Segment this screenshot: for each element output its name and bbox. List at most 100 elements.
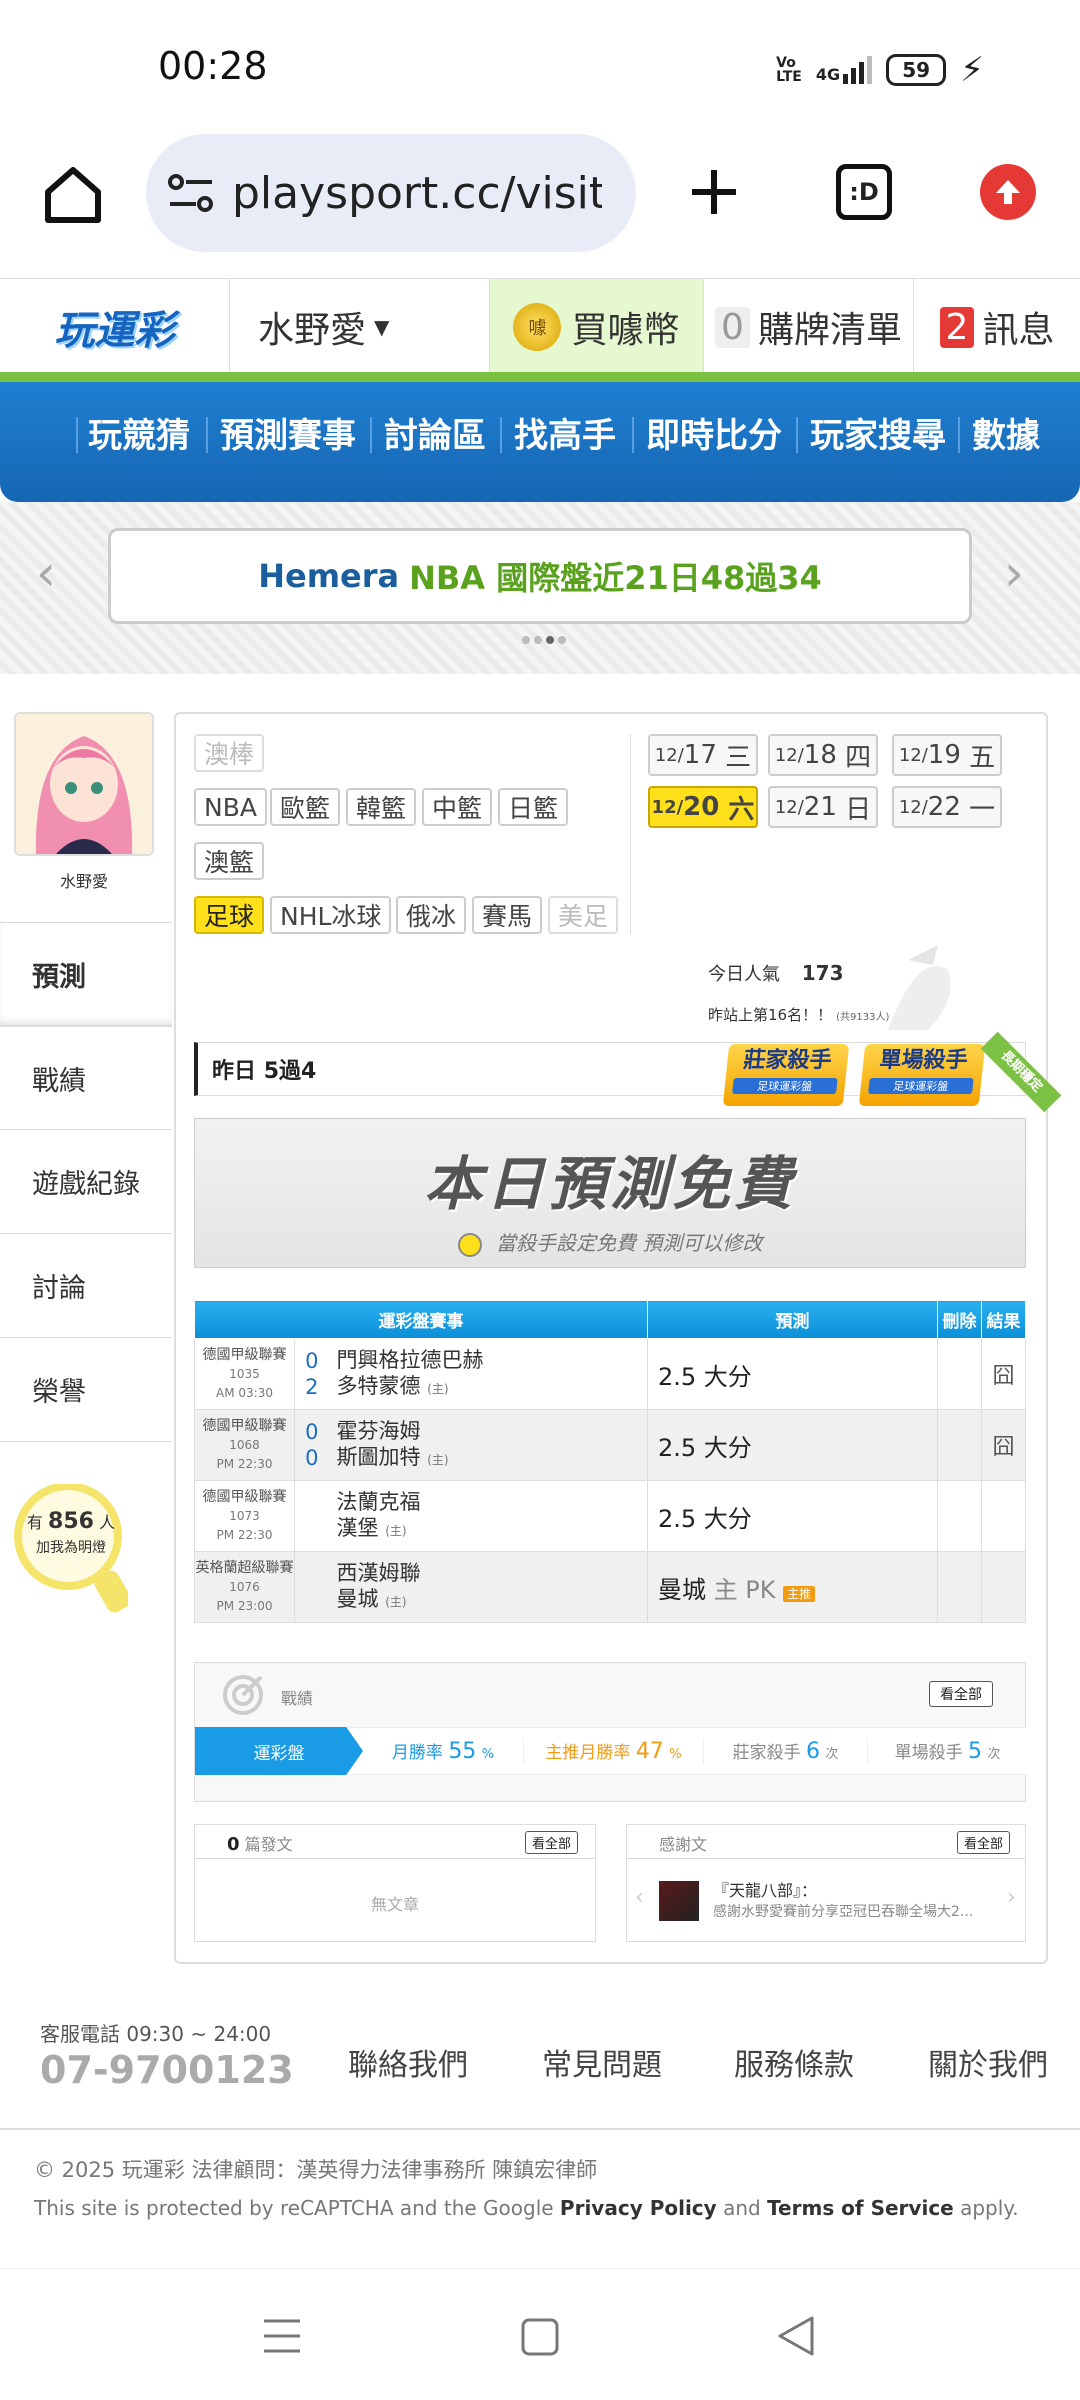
col-header-match: 運彩盤賽事 <box>194 1300 648 1339</box>
cart-button[interactable]: 0 購牌清單 <box>704 279 914 375</box>
delete-cell[interactable] <box>937 1338 982 1410</box>
system-navigation-bar <box>0 2268 1080 2400</box>
date-button-1221[interactable]: 12/21 日 <box>768 786 878 828</box>
posts-count: 0 <box>227 1834 240 1855</box>
record-tab-lottery[interactable]: 運彩盤 <box>195 1727 363 1775</box>
date-button-1222[interactable]: 12/22 一 <box>892 786 1002 828</box>
fans-lightbulb[interactable]: 有 856 人 加我為明燈 <box>12 1484 128 1624</box>
buy-coins-button[interactable]: 噱 買噱幣 <box>490 279 704 375</box>
nav-separator <box>206 417 208 453</box>
sport-tag-aus-baseball[interactable]: 澳棒 <box>194 734 265 772</box>
sport-tag-aus-basketball[interactable]: 澳籃 <box>194 842 265 880</box>
month-win-rate: 月勝率 55 % <box>391 1739 495 1764</box>
avatar[interactable] <box>14 712 154 856</box>
sport-tag-japan-basketball[interactable]: 日籃 <box>498 788 569 826</box>
delete-cell[interactable] <box>937 1551 982 1623</box>
banker-killer-count: 莊家殺手 6 次 <box>703 1738 867 1764</box>
new-tab-icon[interactable] <box>688 166 740 218</box>
sport-tag-nba[interactable]: NBA <box>194 788 267 826</box>
back-icon[interactable] <box>776 2315 816 2357</box>
cart-count: 0 <box>715 306 750 348</box>
nav-separator <box>500 417 502 453</box>
nav-item-guess[interactable]: 玩競猜 <box>88 382 190 482</box>
delete-cell[interactable] <box>937 1409 982 1481</box>
nav-separator <box>76 417 78 453</box>
terms-of-service-link[interactable]: Terms of Service <box>767 2196 954 2220</box>
posts-see-all-button[interactable]: 看全部 <box>525 1831 579 1854</box>
battery-icon: 59 <box>886 54 947 86</box>
sport-tag-russia-hockey[interactable]: 俄冰 <box>396 896 467 934</box>
nav-item-predictions[interactable]: 預測賽事 <box>220 382 356 482</box>
date-button-1220[interactable]: 12/20 六 <box>648 786 758 828</box>
banner-prev-icon[interactable]: ‹ <box>36 544 56 602</box>
menu-icon[interactable] <box>262 2317 302 2355</box>
site-settings-icon[interactable] <box>168 173 214 213</box>
update-icon[interactable] <box>980 164 1036 220</box>
sidebar-item-game-history[interactable]: 遊戲紀錄 <box>0 1130 172 1234</box>
date-button-1217[interactable]: 12/17 三 <box>648 734 758 776</box>
thanks-text[interactable]: 感謝水野愛賽前分享亞冠巴吞聯全場大2... <box>713 1901 1013 1921</box>
date-button-1218[interactable]: 12/18 四 <box>768 734 878 776</box>
sidebar-item-honors[interactable]: 榮譽 <box>0 1338 172 1442</box>
nav-item-player-search[interactable]: 玩家搜尋 <box>810 382 946 482</box>
home-icon[interactable] <box>40 162 106 228</box>
table-row: 德國甲級聯賽 1073 PM 22:30 法蘭克福 漢堡 (主) 2.5 大分 <box>194 1480 1026 1552</box>
col-header-prediction: 預測 <box>647 1300 938 1339</box>
nav-separator <box>632 417 634 453</box>
privacy-policy-link[interactable]: Privacy Policy <box>560 2196 717 2220</box>
footer-divider <box>0 2128 1080 2130</box>
site-logo[interactable]: 玩運彩 <box>0 279 230 375</box>
nav-item-stats[interactable]: 數據 <box>972 382 1040 482</box>
sport-tag-china-basketball[interactable]: 中籃 <box>422 788 493 826</box>
sport-tag-euro-basketball[interactable]: 歐籃 <box>270 788 341 826</box>
url-bar[interactable]: playsport.cc/visit <box>146 134 636 252</box>
footer-link-about[interactable]: 關於我們 <box>928 2040 1048 2084</box>
nav-item-livescore[interactable]: 即時比分 <box>646 382 782 482</box>
sport-tag-horse-racing[interactable]: 賽馬 <box>472 896 543 934</box>
main-pick-win-rate: 主推月勝率 47 % <box>523 1738 703 1764</box>
promo-banner[interactable]: Hemera NBA 國際盤近21日48過34 <box>108 528 972 624</box>
home-nav-icon[interactable] <box>520 2317 560 2357</box>
tabs-button[interactable]: :D <box>836 164 892 220</box>
nav-item-experts[interactable]: 找高手 <box>514 382 616 482</box>
date-button-1219[interactable]: 12/19 五 <box>892 734 1002 776</box>
badge-single-killer[interactable]: 單場殺手 足球運彩盤 <box>858 1044 986 1106</box>
sport-tag-american-football[interactable]: 美足 <box>548 896 619 934</box>
badge-banker-killer[interactable]: 莊家殺手 足球運彩盤 <box>722 1044 850 1106</box>
sport-tag-korea-basketball[interactable]: 韓籃 <box>346 788 417 826</box>
footer-link-terms[interactable]: 服務條款 <box>734 2040 854 2084</box>
record-title: 戰績 <box>281 1689 314 1708</box>
thanks-prev-icon[interactable]: ‹ <box>635 1885 644 1910</box>
result-cell: 囧 <box>981 1338 1026 1410</box>
delete-cell[interactable] <box>937 1480 982 1552</box>
sidebar-item-predictions[interactable]: 預測 <box>0 922 172 1026</box>
nav-item-forum[interactable]: 討論區 <box>384 382 486 482</box>
sport-tag-football[interactable]: 足球 <box>194 896 265 934</box>
charging-icon: ⚡ <box>960 50 984 90</box>
messages-button[interactable]: 2 訊息 <box>914 279 1080 375</box>
support-phone[interactable]: 07-9700123 <box>40 2048 294 2092</box>
copyright: © 2025 玩運彩 法律顧問：漢英得力法律事務所 陳鎮宏律師 <box>34 2158 598 2182</box>
signal-icon: 4G <box>816 56 873 84</box>
tags-divider <box>630 734 631 934</box>
thanks-title[interactable]: 『天龍八部』： <box>713 1877 817 1901</box>
posts-empty: 無文章 <box>370 1895 419 1914</box>
banner-player: Hemera <box>258 557 400 595</box>
footer-link-contact[interactable]: 聯絡我們 <box>348 2040 468 2084</box>
header-divider <box>0 372 1080 382</box>
footer-link-faq[interactable]: 常見問題 <box>542 2040 662 2084</box>
thanks-see-all-button[interactable]: 看全部 <box>957 1831 1011 1854</box>
sidebar-item-record[interactable]: 戰績 <box>0 1026 172 1130</box>
record-see-all-button[interactable]: 看全部 <box>929 1681 993 1707</box>
nav-separator <box>958 417 960 453</box>
posts-box: 0 篇發文 看全部 無文章 <box>194 1824 596 1942</box>
user-menu[interactable]: 水野愛 ▼ <box>230 279 490 375</box>
thanks-avatar[interactable] <box>659 1881 699 1921</box>
popularity-value: 173 <box>801 961 844 985</box>
browser-toolbar: playsport.cc/visit :D <box>0 130 1080 280</box>
table-row: 德國甲級聯賽 1035 AM 03:30 02 門興格拉德巴赫 多特蒙德 (主) 2.… <box>194 1338 1026 1410</box>
sidebar-item-discussion[interactable]: 討論 <box>0 1234 172 1338</box>
sport-tag-nhl[interactable]: NHL冰球 <box>270 896 392 934</box>
thanks-next-icon[interactable]: › <box>1007 1885 1016 1910</box>
banner-next-icon[interactable]: › <box>1004 544 1024 602</box>
